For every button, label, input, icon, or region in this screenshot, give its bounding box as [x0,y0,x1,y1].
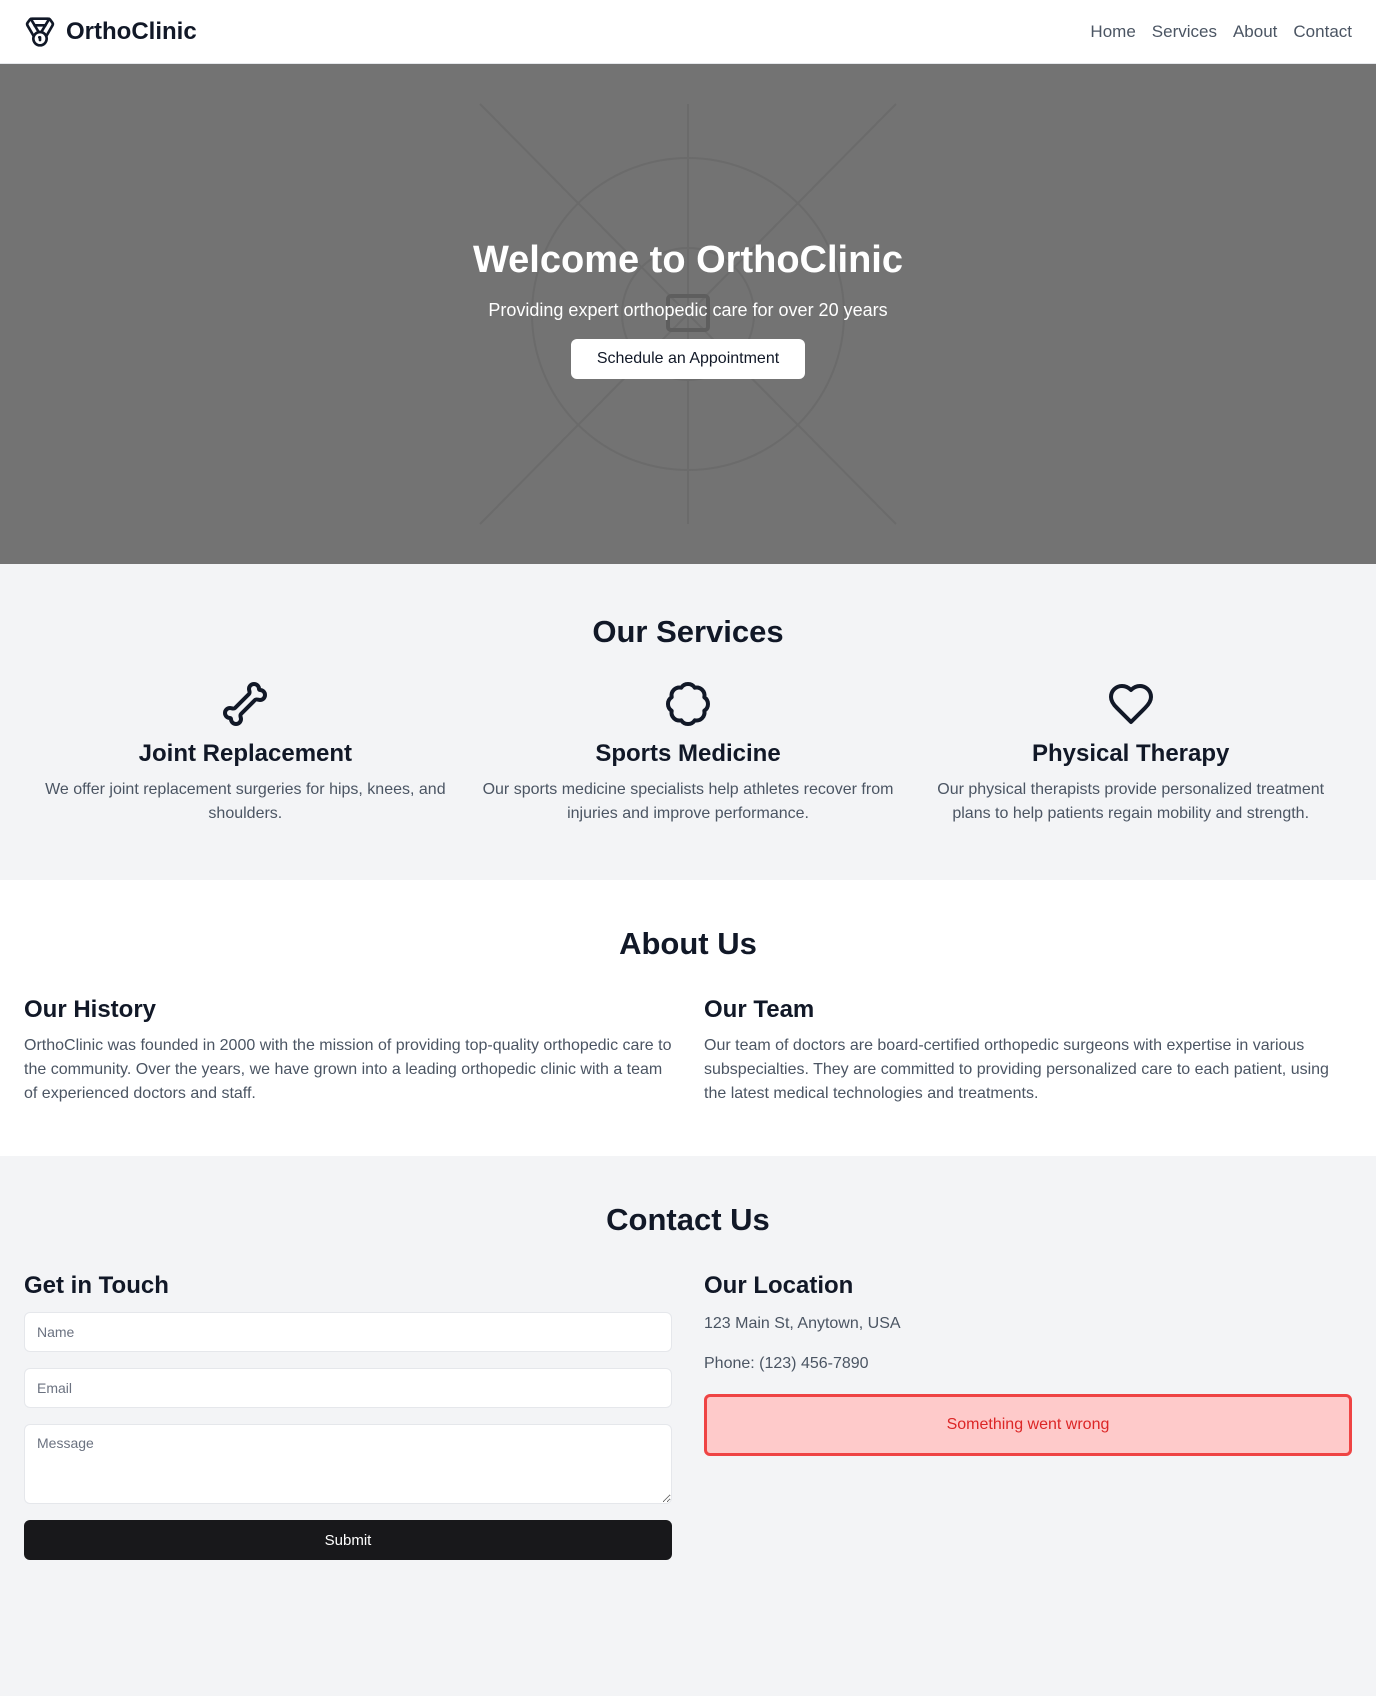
contact-form-column: Get in Touch Submit [24,1272,672,1560]
address-text: 123 Main St, Anytown, USA [704,1315,901,1332]
name-input[interactable] [24,1312,672,1352]
about-grid: Our History OrthoClinic was founded in 2… [24,996,1352,1106]
nav-contact[interactable]: Contact [1293,22,1352,42]
bone-icon [223,682,268,726]
services-section: Our Services Joint Replacement We offer … [0,564,1376,880]
nav-home[interactable]: Home [1090,22,1135,42]
main-nav: Home Services About Contact [1090,22,1352,42]
service-card-physical-therapy: Physical Therapy Our physical therapists… [909,680,1352,826]
service-description: Our sports medicine specialists help ath… [482,781,894,822]
service-card-sports-medicine: Sports Medicine Our sports medicine spec… [467,680,910,826]
email-input[interactable] [24,1368,672,1408]
location-column: Our Location 123 Main St, Anytown, USA P… [704,1272,1352,1560]
service-description: Our physical therapists provide personal… [937,781,1325,822]
history-text: OrthoClinic was founded in 2000 with the… [24,1037,672,1102]
contact-title: Contact Us [606,1202,770,1237]
heart-icon [1108,684,1153,724]
brand-name: OrthoClinic [66,17,197,45]
service-description: We offer joint replacement surgeries for… [45,781,446,822]
team-text: Our team of doctors are board-certified … [704,1037,1329,1102]
map-error-message: Something went wrong [704,1394,1352,1456]
history-title: Our History [24,996,157,1023]
brand[interactable]: OrthoClinic [24,16,197,48]
hero-subtitle: Providing expert orthopedic care for ove… [488,300,888,320]
hero-content: Welcome to OrthoClinic Providing expert … [0,239,1376,379]
services-grid: Joint Replacement We offer joint replace… [24,680,1352,826]
form-title: Get in Touch [24,1272,169,1299]
schedule-appointment-button[interactable]: Schedule an Appointment [571,339,805,379]
team-column: Our Team Our team of doctors are board-c… [704,996,1352,1106]
about-title: About Us [619,926,757,961]
nav-about[interactable]: About [1233,22,1277,42]
service-card-joint-replacement: Joint Replacement We offer joint replace… [24,680,467,826]
phone-text: Phone: (123) 456-7890 [704,1355,869,1372]
location-title: Our Location [704,1272,854,1299]
team-title: Our Team [704,996,815,1023]
message-textarea[interactable] [24,1424,672,1504]
contact-section: Contact Us Get in Touch Submit Our Locat… [0,1156,1376,1696]
about-section: About Us Our History OrthoClinic was fou… [0,880,1376,1156]
services-title: Our Services [592,614,784,649]
nav-services[interactable]: Services [1152,22,1217,42]
contact-grid: Get in Touch Submit Our Location 123 Mai… [24,1272,1352,1560]
site-header: OrthoClinic Home Services About Contact [0,0,1376,64]
service-title: Joint Replacement [138,740,353,767]
medal-logo-icon [25,16,55,47]
submit-button[interactable]: Submit [24,1520,672,1560]
service-title: Physical Therapy [1031,740,1230,767]
service-title: Sports Medicine [595,740,781,767]
history-column: Our History OrthoClinic was founded in 2… [24,996,672,1106]
hero-section: Welcome to OrthoClinic Providing expert … [0,64,1376,564]
hero-title: Welcome to OrthoClinic [472,239,903,281]
badge-icon [666,682,710,726]
